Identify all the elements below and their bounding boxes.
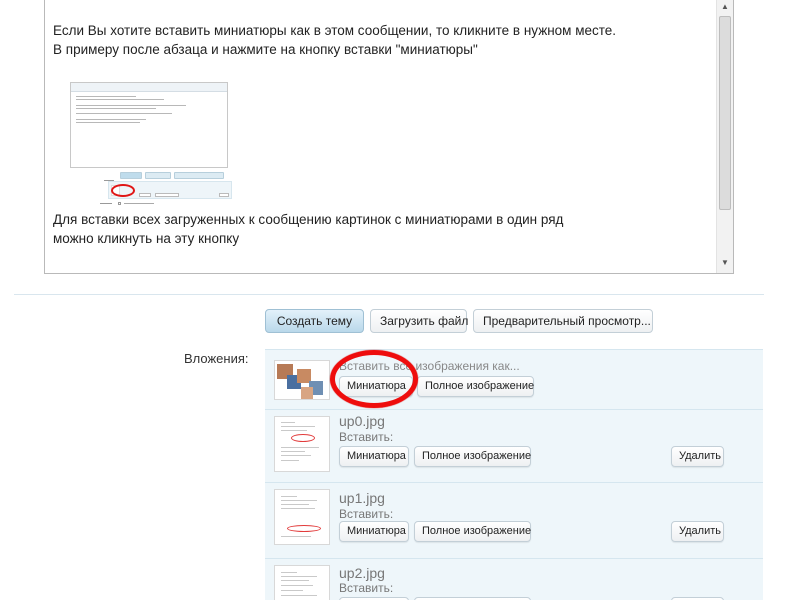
insert-label: Вставить:	[339, 507, 394, 521]
embedded-screenshot-thumbnail	[68, 80, 232, 206]
attachment-filename[interactable]: up2.jpg	[339, 565, 385, 581]
highlight-circle-annotation	[330, 350, 418, 408]
attachment-thumbnail[interactable]	[274, 565, 330, 600]
editor-paragraph-1-line-2: В примеру после абзаца и нажмите на кноп…	[53, 42, 478, 57]
section-divider	[14, 294, 764, 295]
attachments-label: Вложения:	[184, 351, 249, 366]
editor-content[interactable]: Если Вы хотите вставить миниатюры как в …	[53, 21, 713, 246]
delete-button[interactable]: Удалить	[671, 521, 724, 542]
create-topic-button[interactable]: Создать тему	[265, 309, 364, 333]
delete-button[interactable]: Удалить	[671, 446, 724, 467]
editor-paragraph-2-line-1: Для вставки всех загруженных к сообщению…	[53, 212, 564, 227]
scroll-down-arrow-icon[interactable]: ▼	[717, 255, 733, 271]
preview-button[interactable]: Предварительный просмотр...	[473, 309, 653, 333]
scroll-thumb[interactable]	[719, 16, 731, 210]
upload-file-button[interactable]: Загрузить файл	[370, 309, 468, 333]
attachment-thumbnail[interactable]	[274, 416, 330, 472]
insert-all-full-image-button[interactable]: Полное изображение	[417, 376, 534, 397]
attachment-item: up0.jpg Вставить: Миниатюра Полное изобр…	[265, 409, 763, 482]
message-editor[interactable]: Если Вы хотите вставить миниатюры как в …	[44, 0, 734, 274]
thumbnail-button[interactable]: Миниатюра	[339, 446, 409, 467]
editor-paragraph-2-line-2: можно кликнуть на эту кнопку	[53, 231, 240, 246]
combined-images-thumbnail	[274, 360, 330, 400]
editor-paragraph-1-line-1: Если Вы хотите вставить миниатюры как в …	[53, 23, 617, 38]
insert-label: Вставить:	[339, 581, 394, 595]
attachment-thumbnail[interactable]	[274, 489, 330, 545]
editor-scrollbar[interactable]: ▲ ▼	[716, 0, 733, 273]
full-image-button[interactable]: Полное изображение	[414, 521, 531, 542]
insert-label: Вставить:	[339, 430, 394, 444]
attachment-item: up1.jpg Вставить: Миниатюра Полное изобр…	[265, 482, 763, 558]
attachment-filename[interactable]: up0.jpg	[339, 413, 385, 429]
attachment-filename[interactable]: up1.jpg	[339, 490, 385, 506]
thumbnail-button[interactable]: Миниатюра	[339, 521, 409, 542]
full-image-button[interactable]: Полное изображение	[414, 446, 531, 467]
attachment-item: up2.jpg Вставить: Миниатюра Полное изобр…	[265, 558, 763, 600]
scroll-up-arrow-icon[interactable]: ▲	[717, 0, 733, 15]
